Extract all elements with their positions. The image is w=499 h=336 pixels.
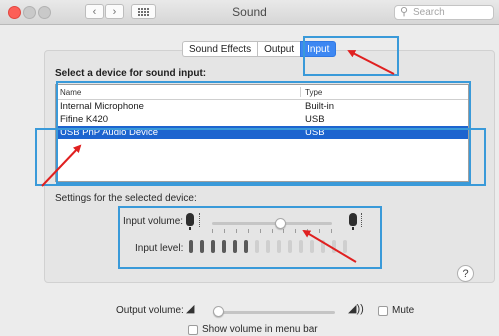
- input-section-title: Select a device for sound input:: [55, 68, 207, 79]
- tab-sound-effects[interactable]: Sound Effects: [182, 41, 258, 57]
- annotation-box-input-tab: [303, 36, 399, 76]
- tab-output[interactable]: Output: [257, 41, 301, 57]
- show-volume-menu-bar-label: Show volume in menu bar: [202, 324, 318, 335]
- annotation-box-selected-row: [35, 128, 486, 186]
- speaker-low-icon: ◢: [186, 303, 195, 315]
- search-placeholder: Search: [413, 7, 445, 18]
- search-field[interactable]: ⚲ Search: [394, 5, 494, 20]
- output-volume-track: [213, 311, 335, 314]
- device-settings-title: Settings for the selected device:: [55, 193, 197, 204]
- annotation-box-settings: [118, 206, 382, 269]
- mute-label: Mute: [392, 305, 415, 316]
- help-button[interactable]: ?: [457, 265, 474, 282]
- show-volume-menu-bar-checkbox[interactable]: [188, 325, 198, 335]
- output-volume-label: Output volume:: [116, 305, 184, 316]
- speaker-high-icon: ◢)): [348, 303, 364, 315]
- window-titlebar: ‹ › Sound ⚲ Search: [0, 0, 499, 25]
- output-volume-slider[interactable]: [213, 306, 224, 317]
- mute-checkbox[interactable]: [378, 306, 388, 316]
- search-icon: ⚲: [400, 6, 409, 18]
